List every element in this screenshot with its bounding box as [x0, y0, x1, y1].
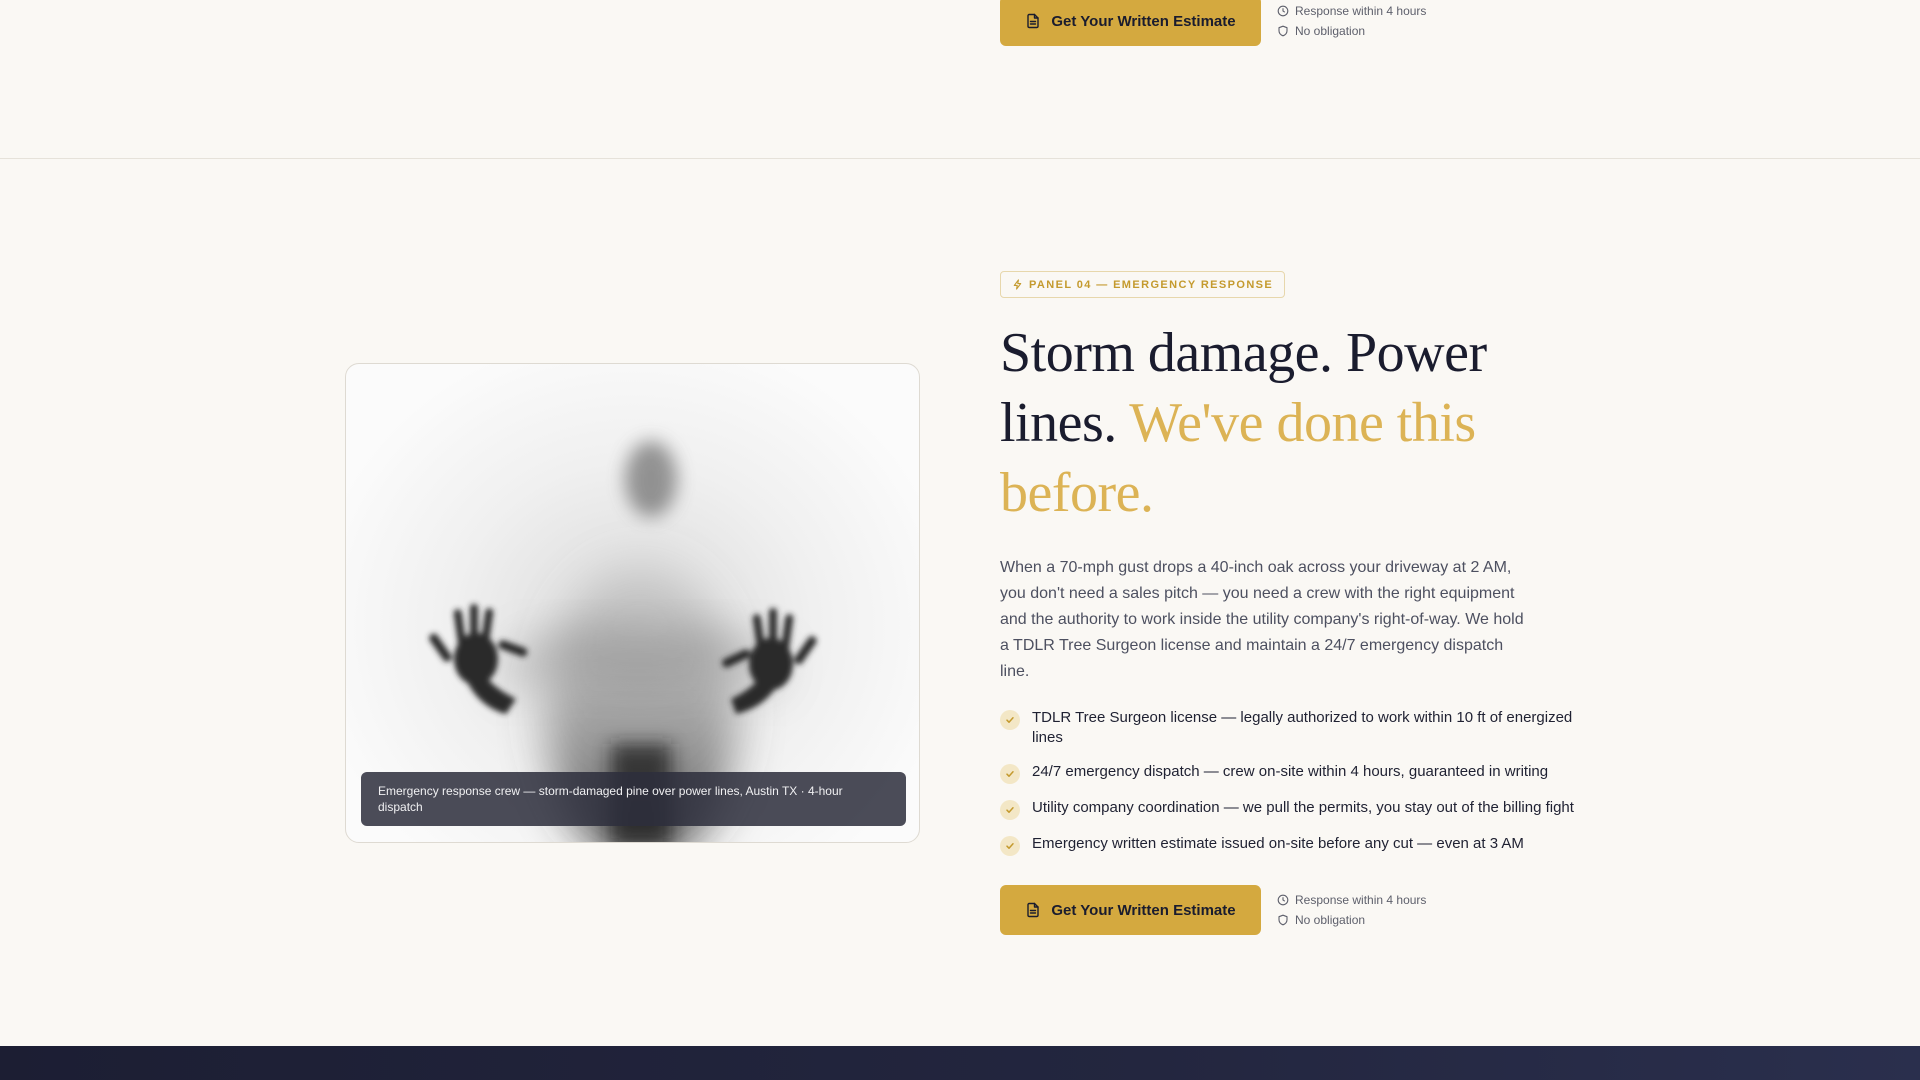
no-obligation-note: No obligation — [1277, 913, 1426, 927]
check-icon — [1000, 764, 1020, 784]
photo-caption: Emergency response crew — storm-damaged … — [361, 772, 906, 826]
list-item: Emergency written estimate issued on-sit… — [1000, 834, 1590, 856]
shield-icon — [1278, 25, 1288, 37]
top-cta-row: Get Your Written Estimate Response withi… — [1000, 0, 1426, 46]
no-obligation-note: No obligation — [1277, 24, 1426, 38]
panel-badge-label: PANEL 04 — EMERGENCY RESPONSE — [1029, 278, 1274, 291]
check-icon — [1000, 710, 1020, 730]
list-item: Utility company coordination — we pull t… — [1000, 798, 1590, 820]
previous-panel-strip: Get Your Written Estimate Response withi… — [0, 0, 1920, 159]
response-time-note: Response within 4 hours — [1277, 893, 1426, 907]
emergency-photo-card: Emergency response crew — storm-damaged … — [345, 363, 920, 843]
list-item: TDLR Tree Surgeon license — legally auth… — [1000, 708, 1590, 748]
get-estimate-label: Get Your Written Estimate — [1051, 12, 1236, 30]
credentials-list: TDLR Tree Surgeon license — legally auth… — [1000, 708, 1590, 870]
get-estimate-button[interactable]: Get Your Written Estimate — [1000, 885, 1261, 935]
intro-paragraph: When a 70-mph gust drops a 40-inch oak a… — [1000, 559, 1524, 680]
response-time-note: Response within 4 hours — [1277, 4, 1426, 18]
get-estimate-button-top[interactable]: Get Your Written Estimate — [1000, 0, 1261, 46]
bottom-cta-row: Get Your Written Estimate Response withi… — [1000, 885, 1426, 935]
shield-icon — [1278, 914, 1288, 926]
cta-meta: Response within 4 hours No obligation — [1277, 4, 1426, 38]
page: Get Your Written Estimate Response withi… — [0, 0, 1920, 1080]
document-icon — [1027, 902, 1040, 918]
check-icon — [1000, 836, 1020, 856]
get-estimate-label: Get Your Written Estimate — [1051, 901, 1236, 919]
clock-icon — [1277, 5, 1289, 17]
cta-meta: Response within 4 hours No obligation — [1277, 893, 1426, 927]
page-title: Storm damage. Power lines. We've done th… — [1000, 318, 1560, 528]
panel-badge: PANEL 04 — EMERGENCY RESPONSE — [1000, 271, 1286, 298]
lightning-icon — [1013, 279, 1022, 290]
next-section-band — [0, 1046, 1920, 1080]
document-icon — [1027, 13, 1040, 29]
check-icon — [1000, 800, 1020, 820]
clock-icon — [1277, 894, 1289, 906]
list-item: 24/7 emergency dispatch — crew on-site w… — [1000, 762, 1590, 784]
